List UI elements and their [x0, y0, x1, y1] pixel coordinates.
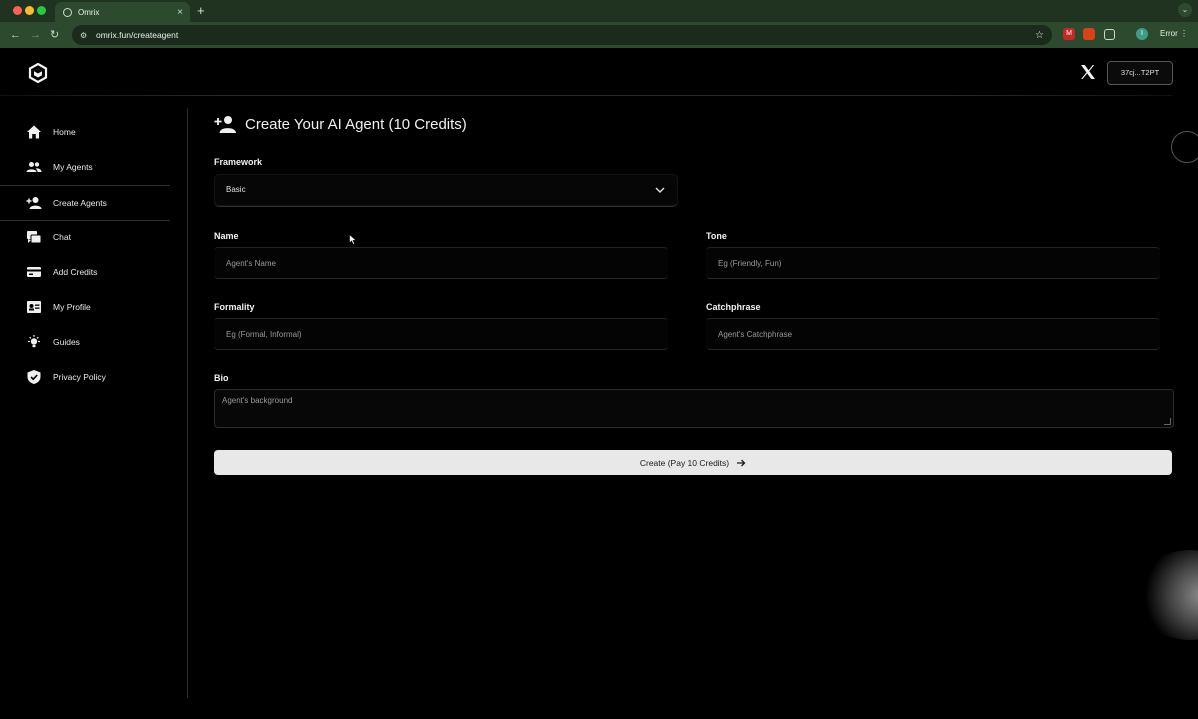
formality-label: Formality — [214, 302, 255, 312]
bookmark-star-icon[interactable]: ☆ — [1035, 30, 1044, 41]
sidebar-item-guides[interactable]: Guides — [0, 325, 170, 359]
person-add-icon — [214, 116, 236, 133]
tone-input[interactable] — [706, 248, 1160, 278]
omrix-logo-icon[interactable] — [28, 63, 48, 83]
tab-search-icon[interactable]: ⌄ — [1178, 3, 1192, 17]
create-agent-button[interactable]: Create (Pay 10 Credits) — [214, 450, 1172, 475]
page-title: Create Your AI Agent (10 Credits) — [245, 115, 467, 133]
credit-card-icon — [27, 267, 41, 277]
catchphrase-label: Catchphrase — [706, 302, 761, 312]
sidebar-item-label: Guides — [53, 337, 80, 347]
arrow-right-icon — [737, 459, 746, 466]
site-settings-icon[interactable]: ⚙ — [80, 31, 90, 40]
chevron-down-icon — [655, 187, 665, 193]
address-url[interactable]: omrix.fun/createagent — [96, 30, 1035, 40]
browser-toolbar: ← → ↻ ⚙ omrix.fun/createagent ☆ M I Erro… — [0, 22, 1198, 48]
catchphrase-field[interactable] — [706, 318, 1160, 350]
sidebar-item-my-profile[interactable]: My Profile — [0, 290, 170, 324]
browser-tabstrip: Omrix × + ⌄ — [0, 0, 1198, 22]
sidebar-item-label: My Profile — [53, 302, 91, 312]
sidebar-item-label: Home — [53, 127, 76, 137]
new-tab-button[interactable]: + — [197, 3, 205, 19]
sidebar-item-label: My Agents — [53, 162, 93, 172]
lightbulb-icon — [28, 335, 40, 348]
sidebar-item-chat[interactable]: Chat — [0, 220, 170, 254]
bio-label: Bio — [214, 373, 229, 383]
tab-title: Omrix — [78, 7, 100, 17]
formality-input[interactable] — [214, 319, 668, 349]
profile-card-icon — [27, 301, 41, 313]
name-field[interactable] — [214, 247, 668, 279]
tone-field[interactable] — [706, 247, 1160, 279]
chat-icon — [27, 231, 42, 244]
sidebar-item-label: Chat — [53, 232, 71, 242]
framework-label: Framework — [214, 157, 263, 167]
sidebar-item-label: Add Credits — [53, 267, 98, 277]
tab-close-button[interactable]: × — [174, 7, 186, 18]
background-glow — [1135, 550, 1198, 640]
x-twitter-icon[interactable] — [1080, 64, 1096, 80]
sidebar-item-home[interactable]: Home — [0, 115, 170, 149]
forward-arrow-icon[interactable]: → — [30, 27, 41, 43]
home-icon — [27, 125, 41, 139]
browser-tab[interactable]: Omrix × — [55, 2, 190, 22]
person-add-icon — [26, 197, 42, 209]
window-close-button[interactable] — [13, 6, 22, 15]
extension-m-icon[interactable]: M — [1063, 28, 1075, 40]
shield-check-icon — [27, 370, 41, 384]
catchphrase-input[interactable] — [706, 319, 1160, 349]
bio-field[interactable] — [214, 389, 1174, 428]
browser-error-button[interactable]: Error ⋮ — [1155, 26, 1193, 42]
sidebar-item-create-agents[interactable]: Create Agents — [0, 185, 170, 221]
extensions-puzzle-icon[interactable] — [1104, 29, 1115, 40]
sidebar-item-label: Privacy Policy — [53, 372, 106, 382]
framework-selected-value: Basic — [226, 185, 246, 194]
profile-avatar[interactable]: I — [1136, 28, 1148, 40]
name-input[interactable] — [214, 248, 668, 278]
tone-label: Tone — [706, 231, 727, 241]
sidebar-divider — [187, 108, 188, 698]
mouse-cursor-icon — [349, 234, 357, 245]
sidebar-item-my-agents[interactable]: My Agents — [0, 150, 170, 184]
address-bar[interactable]: ⚙ omrix.fun/createagent ☆ — [72, 25, 1052, 45]
browser-error-label: Error — [1159, 29, 1178, 38]
floating-action-button[interactable] — [1171, 131, 1198, 163]
reload-icon[interactable]: ↻ — [50, 27, 59, 43]
page-heading: Create Your AI Agent (10 Credits) — [214, 114, 467, 134]
back-arrow-icon[interactable]: ← — [10, 27, 21, 43]
framework-select[interactable]: Basic — [214, 174, 678, 207]
group-icon — [26, 162, 42, 172]
sidebar-item-add-credits[interactable]: Add Credits — [0, 255, 170, 289]
resize-handle-icon[interactable] — [1164, 418, 1171, 425]
tab-favicon-icon — [63, 7, 72, 17]
sidebar-item-privacy-policy[interactable]: Privacy Policy — [0, 360, 170, 394]
wallet-address-button[interactable]: 37cj...T2PT — [1107, 61, 1173, 85]
name-label: Name — [214, 231, 239, 241]
bio-textarea[interactable] — [215, 390, 1173, 427]
create-agent-button-label: Create (Pay 10 Credits) — [639, 457, 730, 468]
formality-field[interactable] — [214, 318, 668, 350]
sidebar-item-label: Create Agents — [53, 198, 107, 208]
window-zoom-button[interactable] — [37, 6, 46, 15]
header-divider — [0, 95, 1172, 96]
window-minimize-button[interactable] — [25, 6, 34, 15]
extension-fox-icon[interactable] — [1083, 28, 1095, 40]
